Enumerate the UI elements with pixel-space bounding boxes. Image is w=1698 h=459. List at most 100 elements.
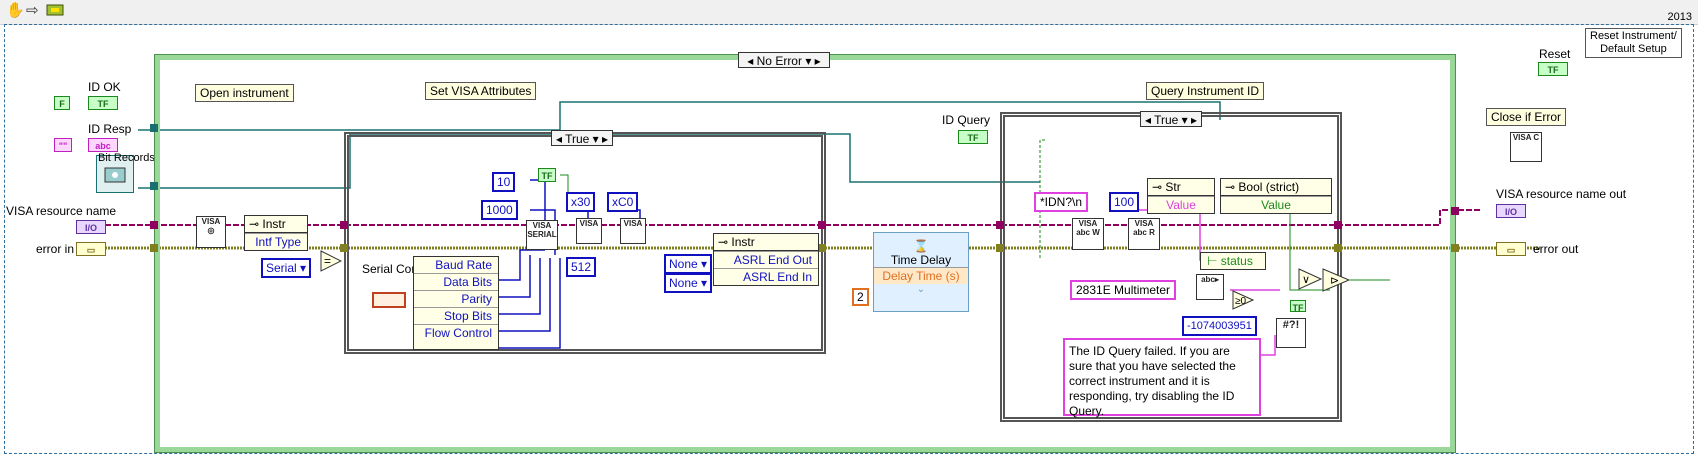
visa-resource-name-control[interactable]: I/O (76, 220, 106, 234)
visa-resource-name-out-label: VISA resource name out (1496, 187, 1627, 201)
refnum-tunnel (150, 124, 158, 132)
error-cluster-from-code-subvi[interactable]: #?! (1276, 318, 1306, 348)
key-icon: ⊸ (1225, 180, 1236, 194)
delay-constant-2[interactable]: 2 (852, 288, 869, 306)
key-icon: ⊸ (1152, 180, 1163, 194)
greater-or-equal-zero-function[interactable]: ≥0 (1232, 290, 1255, 310)
hex-c0-constant[interactable]: xC0 (607, 192, 639, 212)
match-pattern-function[interactable]: abc▸ (1196, 274, 1224, 300)
constant-1000[interactable]: 1000 (481, 200, 518, 220)
reset-label: Reset (1539, 47, 1571, 61)
id-query-failed-comment: The ID Query failed. If you are sure tha… (1063, 338, 1261, 418)
select-function[interactable]: ⊳ (1322, 268, 1351, 292)
str-property-node[interactable]: ⊸ Str Value (1147, 178, 1215, 214)
bool-value-property[interactable]: Value (1221, 196, 1331, 213)
visa-serial-config-subvi[interactable]: VISA SERIAL (526, 220, 558, 250)
visa-read-subvi[interactable]: VISA abc R (1128, 218, 1160, 250)
asrl-property-node[interactable]: ⊸ Instr ASRL End Out ASRL End In (713, 233, 819, 286)
visa-write-subvi[interactable]: VISA abc W (1072, 218, 1104, 250)
id-ok-indicator[interactable]: TF (88, 96, 118, 110)
time-delay-express-vi[interactable]: ⌛ Time Delay Delay Time (s) ⌄ (873, 232, 969, 312)
visa-tunnel (1334, 221, 1342, 229)
true-constant-2[interactable]: TF (1290, 300, 1306, 313)
instr-property-node[interactable]: ⊸ Instr Intf Type (244, 215, 308, 251)
or-function[interactable]: ∨ (1298, 268, 1323, 290)
multimeter-constant[interactable]: 2831E Multimeter (1070, 280, 1177, 300)
true-constant[interactable]: TF (538, 168, 556, 182)
flow-control-field[interactable]: Flow Control (414, 324, 498, 341)
query-id-case-selector[interactable]: ◂ True ▾ ▸ (1140, 111, 1202, 127)
intf-type-property[interactable]: Intf Type (245, 233, 307, 250)
id-query-control[interactable]: TF (958, 130, 988, 144)
false-constant[interactable]: F (54, 96, 70, 110)
constant-10[interactable]: 10 (492, 172, 516, 192)
visa-flush-subvi[interactable]: VISA (620, 218, 646, 244)
error-tunnel (1451, 244, 1459, 252)
error-out-label: error out (1533, 242, 1579, 256)
error-tunnel (1334, 244, 1342, 252)
visa-tunnel (818, 221, 826, 229)
idn-query-constant[interactable]: *IDN?\n (1034, 192, 1089, 212)
error-tunnel (996, 244, 1004, 252)
serial-config-unbundle[interactable]: Baud Rate Data Bits Parity Stop Bits Flo… (413, 256, 499, 350)
outer-case-selector[interactable]: ◂ No Error ▾ ▸ (738, 52, 830, 68)
visa-tunnel (340, 221, 348, 229)
stop-bits-field[interactable]: Stop Bits (414, 307, 498, 324)
refnum-tunnel (150, 182, 158, 190)
id-resp-indicator[interactable]: abc (88, 138, 118, 152)
empty-string-constant[interactable]: "" (54, 138, 72, 152)
visa-open-subvi[interactable]: VISA ◎ (196, 216, 226, 248)
visa-close-subvi[interactable]: VISA C (1510, 132, 1542, 162)
delay-time-input[interactable]: Delay Time (s) (874, 267, 968, 284)
parity-field[interactable]: Parity (414, 290, 498, 307)
visa-tunnel (150, 221, 158, 229)
reset-control[interactable]: TF (1538, 62, 1568, 76)
query-instrument-id-comment: Query Instrument ID (1146, 82, 1265, 100)
error-in-label: error in (36, 242, 75, 256)
error-tunnel (818, 244, 826, 252)
bool-property-header: Bool (strict) (1238, 180, 1300, 194)
bool-property-node[interactable]: ⊸ Bool (strict) Value (1220, 178, 1332, 214)
str-property-header: Str (1165, 180, 1181, 194)
asrl-end-out-property[interactable]: ASRL End Out (714, 251, 818, 268)
constant-100[interactable]: 100 (1109, 192, 1140, 212)
close-if-error-label: Close if Error (1486, 108, 1567, 126)
visa-attributes-case-label: True (565, 132, 590, 146)
error-in-control[interactable]: ▭ (76, 242, 106, 256)
hourglass-icon: ⌛ (913, 239, 929, 253)
equal-function[interactable]: = (320, 250, 343, 272)
unbundle-by-name[interactable]: ⊢ status (1200, 252, 1266, 270)
none-enum-constant-out[interactable]: None ▾ (664, 254, 713, 274)
outer-case-label: No Error (756, 54, 802, 68)
visa-set-term-char-subvi[interactable]: VISA (576, 218, 602, 244)
str-value-property[interactable]: Value (1148, 196, 1214, 213)
error-code-constant[interactable]: -1074003951 (1182, 316, 1257, 336)
asrl-end-in-property[interactable]: ASRL End In (714, 268, 818, 285)
baud-rate-field[interactable]: Baud Rate (414, 257, 498, 273)
visa-attributes-case-selector[interactable]: ◂ True ▾ ▸ (551, 130, 613, 146)
none-enum-constant-in[interactable]: None ▾ (664, 273, 713, 293)
bit-records-label: Bit Records (98, 152, 155, 164)
serial-config-control[interactable] (372, 292, 406, 308)
svg-text:=: = (324, 254, 331, 268)
visa-tunnel (1451, 207, 1459, 215)
visa-resource-name-out-indicator[interactable]: I/O (1496, 204, 1526, 218)
visa-tunnel (996, 221, 1004, 229)
data-bits-field[interactable]: Data Bits (414, 273, 498, 290)
hex-30-constant[interactable]: x30 (566, 192, 596, 212)
visa-resource-name-label: VISA resource name (6, 204, 117, 218)
serial-enum-constant[interactable]: Serial ▾ (261, 258, 312, 278)
svg-text:≥0: ≥0 (1235, 296, 1246, 307)
svg-text:⊳: ⊳ (1330, 275, 1339, 287)
key-icon: ⊸ (718, 235, 729, 249)
id-ok-label: ID OK (88, 80, 121, 94)
time-delay-title: Time Delay (890, 253, 952, 267)
reset-default-setup-label: Reset Instrument/ Default Setup (1585, 28, 1682, 58)
status-field[interactable]: ⊢ status (1201, 253, 1265, 269)
constant-512[interactable]: 512 (566, 257, 597, 277)
id-query-label: ID Query (942, 113, 991, 127)
expand-chevron-icon[interactable]: ⌄ (874, 284, 968, 295)
error-out-indicator[interactable]: ▭ (1496, 242, 1526, 256)
key-icon: ⊸ (249, 217, 260, 231)
query-id-case-label: True (1154, 113, 1179, 127)
